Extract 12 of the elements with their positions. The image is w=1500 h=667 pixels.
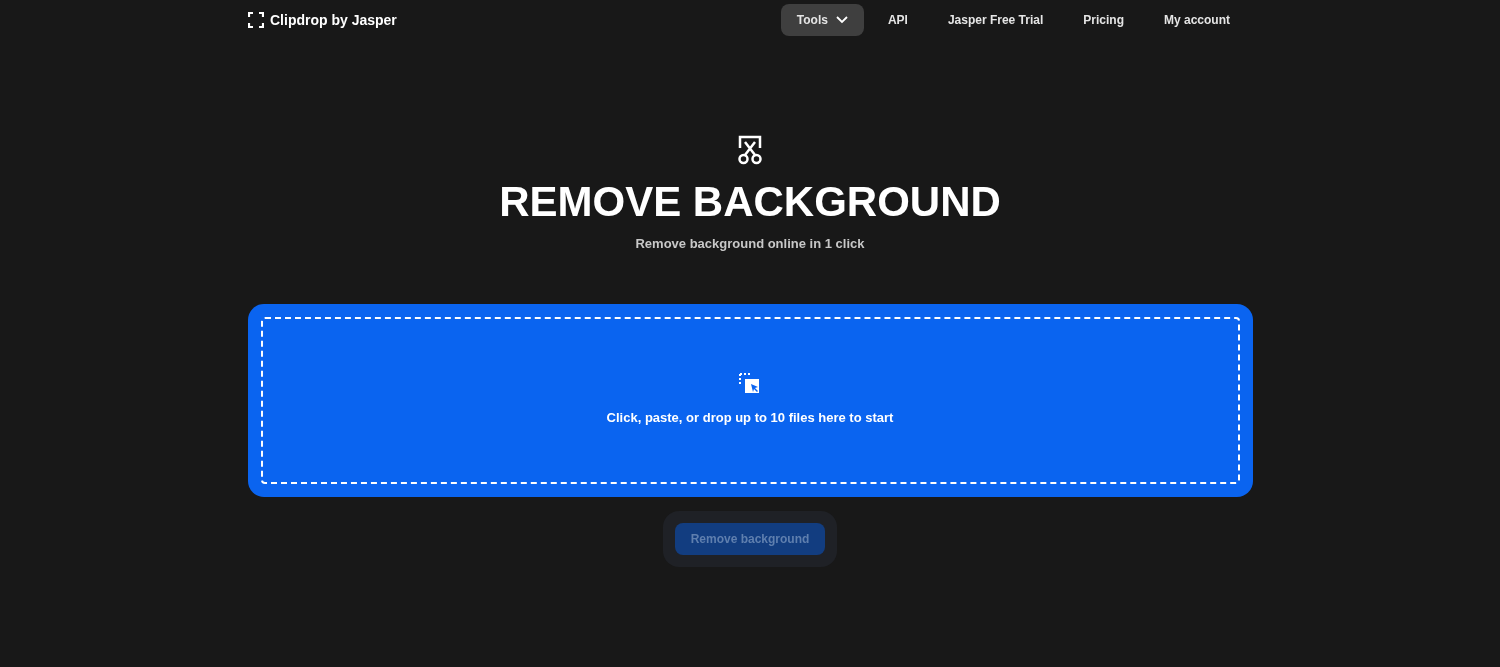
nav-link[interactable]: Pricing xyxy=(1067,4,1140,36)
page-subtitle: Remove background online in 1 click xyxy=(635,235,865,253)
dropzone-prompt: Click, paste, or drop up to 10 files here to start xyxy=(606,409,894,428)
frame-corners-icon xyxy=(248,12,264,28)
nav-link[interactable]: My account xyxy=(1148,4,1246,36)
upload-dropzone[interactable]: Click, paste, or drop up to 10 files here to start xyxy=(247,303,1253,497)
page-title: REMOVE BACKGROUND xyxy=(499,177,1001,227)
nav-link[interactable]: API xyxy=(871,4,924,36)
brand-logo-link[interactable]: Clipdrop by Jasper xyxy=(248,9,397,31)
chevron-down-icon xyxy=(835,16,848,24)
nav-link[interactable]: Jasper Free Trial xyxy=(931,4,1060,36)
nav-link[interactable]: Tools xyxy=(780,4,864,36)
